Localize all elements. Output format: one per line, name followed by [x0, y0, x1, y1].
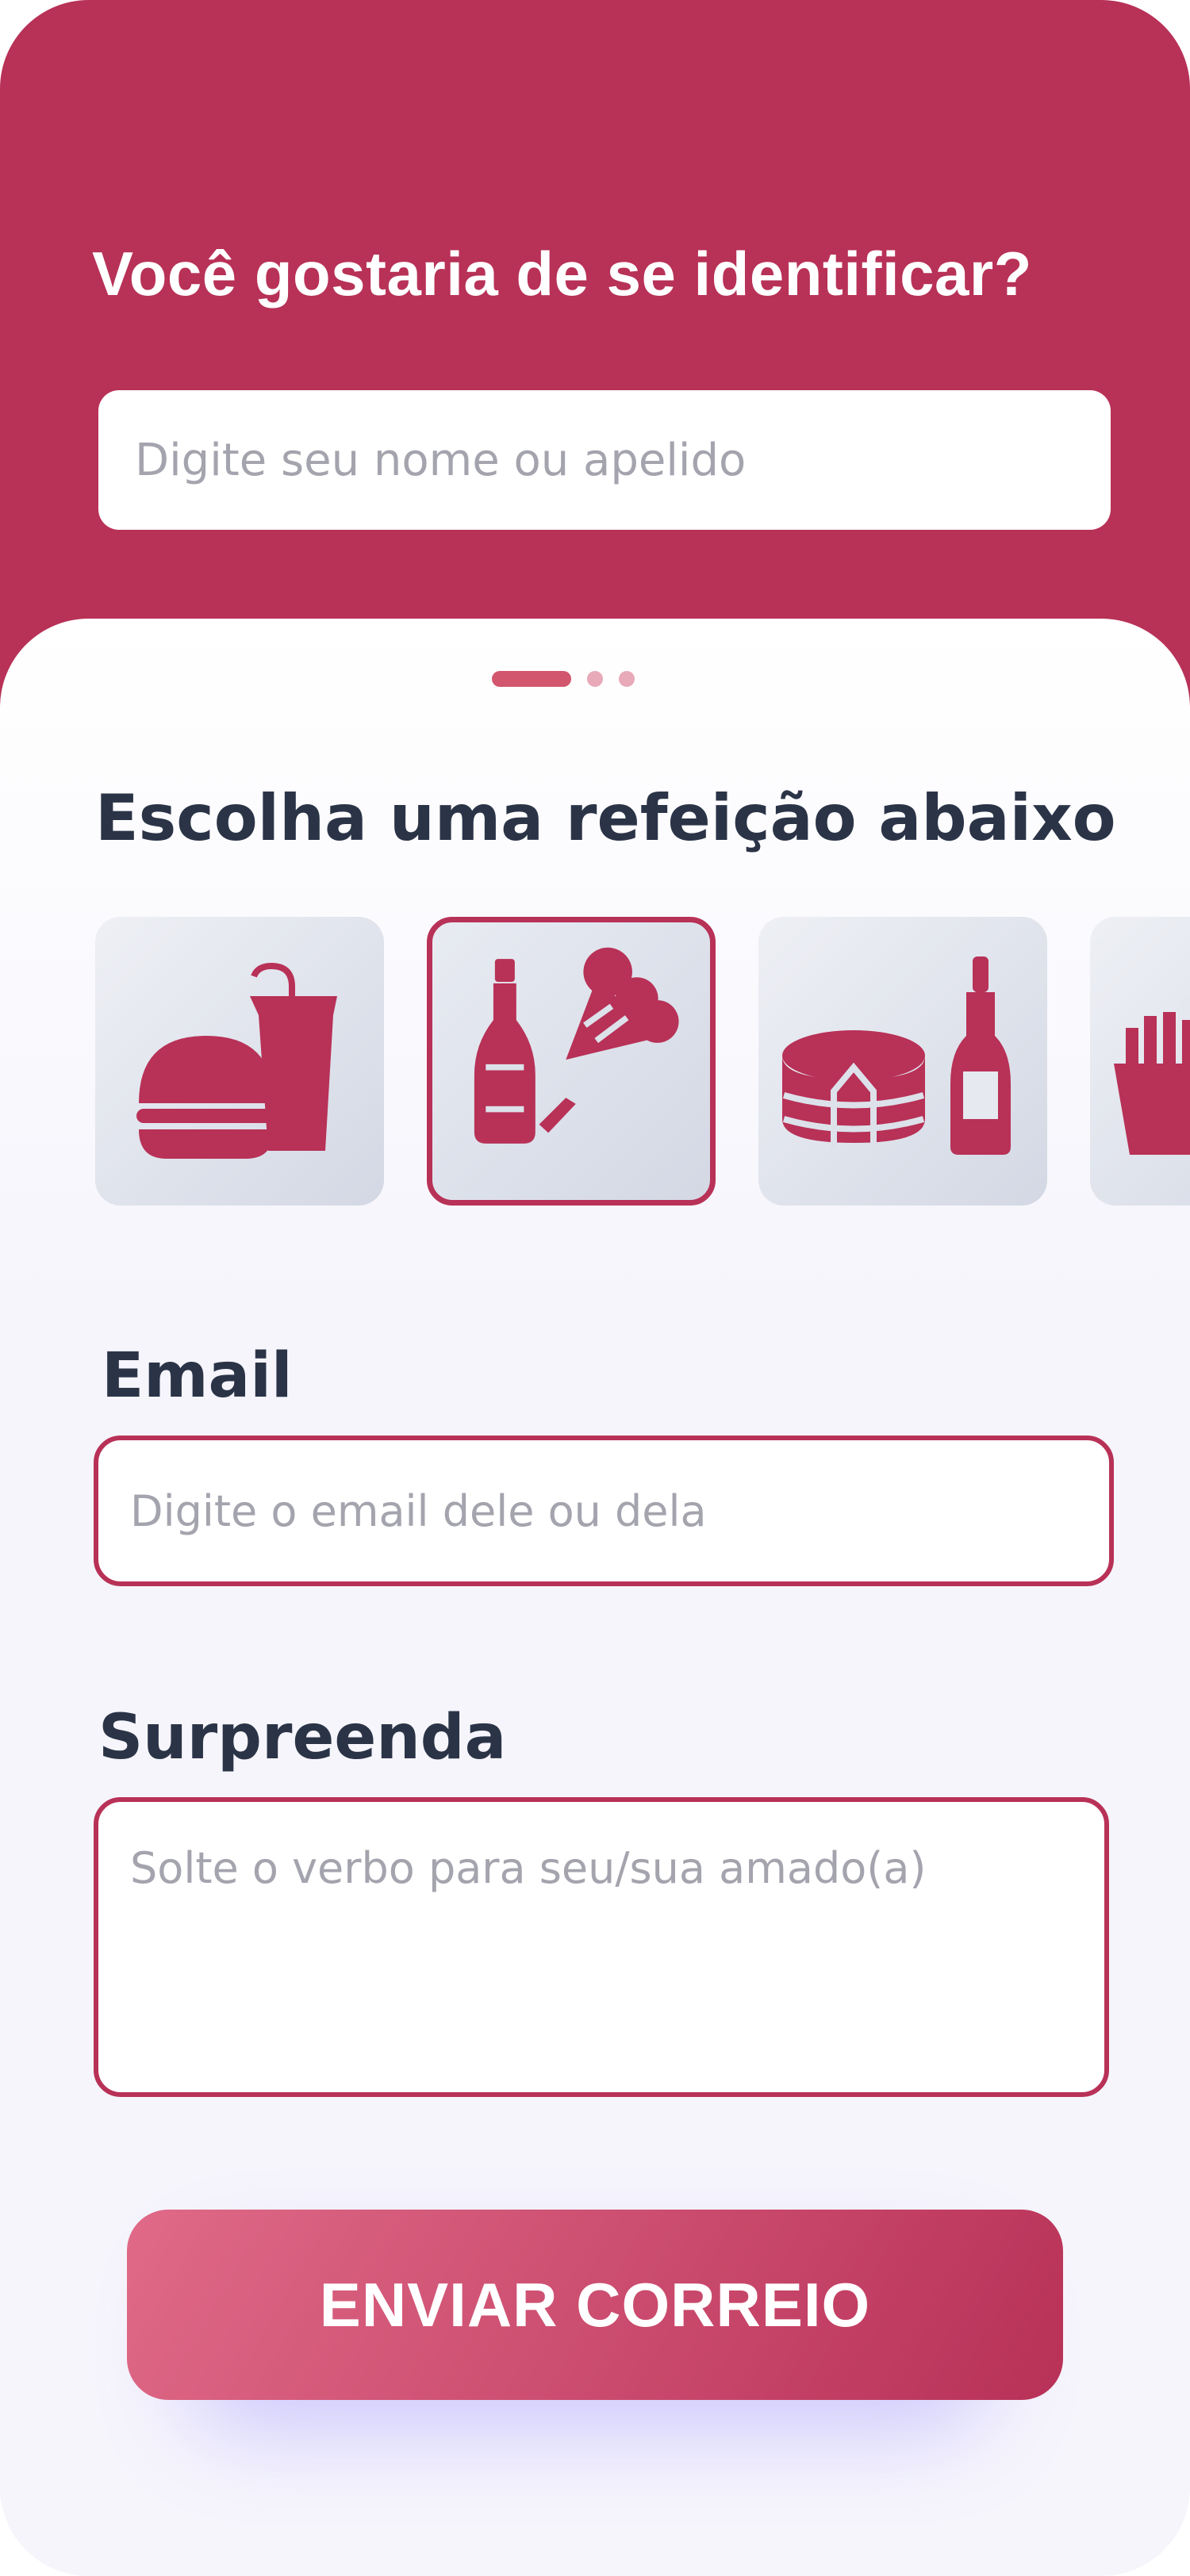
page-dot[interactable]: [619, 671, 635, 687]
meal-option-cake[interactable]: [758, 917, 1047, 1206]
meal-carousel[interactable]: [95, 917, 1190, 1206]
page-dot[interactable]: [587, 671, 603, 687]
burger-soda-icon: [136, 962, 337, 1159]
champagne-icecream-icon: [474, 947, 679, 1144]
fries-icon: [1114, 1012, 1190, 1155]
meal-option-champagne[interactable]: [427, 917, 716, 1206]
meal-option-fries[interactable]: [1090, 917, 1190, 1206]
email-label: Email: [102, 1340, 293, 1412]
email-field[interactable]: [94, 1436, 1114, 1586]
page-dot-active[interactable]: [492, 671, 571, 687]
app-screen: Você gostaria de se identificar? Escolha…: [0, 0, 1190, 2576]
message-textarea[interactable]: [94, 1797, 1109, 2097]
meal-option-burger[interactable]: [95, 917, 384, 1206]
send-mail-button[interactable]: ENVIAR CORREIO: [127, 2210, 1063, 2400]
message-label: Surpreenda: [98, 1702, 507, 1773]
identify-header: Você gostaria de se identificar?: [0, 0, 1190, 714]
identify-title: Você gostaria de se identificar?: [92, 239, 1032, 309]
meal-section-title: Escolha uma refeição abaixo: [95, 781, 1116, 855]
cake-wine-icon: [782, 956, 1011, 1155]
page-indicator: [492, 671, 635, 687]
name-input[interactable]: [98, 390, 1111, 530]
